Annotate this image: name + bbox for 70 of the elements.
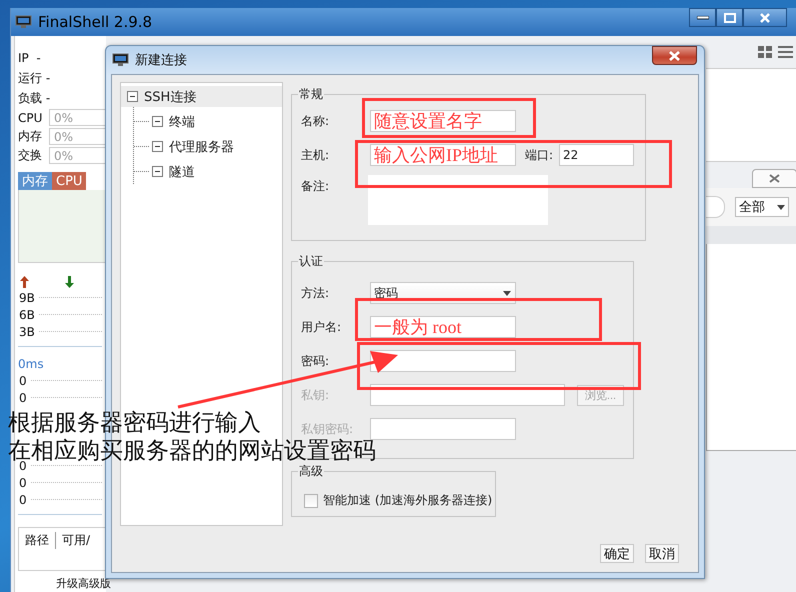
info-line: IP - [18,51,41,65]
meter-reading: 0% [54,148,74,162]
ok-button[interactable]: 确定 [600,544,634,563]
minimize-icon [696,16,708,20]
checkbox[interactable] [304,494,318,508]
group-title: 高级 [298,463,324,480]
input-field[interactable] [370,350,516,372]
field-label: 备注: [301,178,330,195]
cancel-button[interactable]: 取消 [645,544,679,563]
maximize-icon [724,12,736,22]
notes-field[interactable] [368,175,548,225]
field-label: 端口: [525,146,554,164]
axis-label: 6B [19,308,35,322]
monitor-icon [15,15,32,29]
close-icon [668,50,681,60]
dialog-title: 新建连接 [135,52,187,68]
close-button[interactable] [652,46,697,65]
meter-reading: 0% [54,130,74,144]
field-label: 用户名: [301,318,342,336]
checkbox-label: 智能加速 (加速海外服务器连接) [323,492,492,509]
axis-label: 0 [19,374,27,388]
meter-label: 交换 [18,147,43,164]
axis-label: 3B [19,324,35,338]
field-label: 私钥密码: [301,420,354,438]
caret-icon [503,290,511,296]
meter-reading: 0% [54,110,74,124]
axis-label: 9B [19,290,35,304]
close-icon [759,12,771,22]
collapse-icon[interactable] [127,91,138,102]
tree-item[interactable]: SSH连接 [121,86,282,107]
upgrade-link[interactable]: 升级高级版 [56,577,111,591]
input-field[interactable]: 22 [559,144,634,166]
axis-label: 0 [19,390,27,404]
column-header: 可用/ [55,532,96,549]
axis-label: 0 [19,492,27,506]
info-line: 运行 - [18,70,50,86]
latency-label: 0ms [18,356,45,372]
down-arrow-icon [65,276,74,288]
list-view-icon[interactable] [778,46,793,58]
minimize-button[interactable] [689,8,716,27]
tree-item[interactable]: 代理服务器 [169,138,234,156]
meter-label: CPU [18,110,44,124]
caret-icon [777,204,785,210]
monitor-icon [112,52,129,66]
field-label: 私钥: [301,386,330,404]
maximize-button[interactable] [716,8,743,27]
grid-view-icon[interactable] [758,46,772,58]
info-line: 负载 - [18,90,50,106]
up-arrow-icon [20,276,29,288]
column-header: 路径 [24,532,50,549]
field-label: 名称: [301,112,330,130]
window-title: FinalShell 2.9.8 [38,13,152,31]
filter-dropdown[interactable]: 全部 [735,197,789,217]
axis-label: 0 [19,476,27,490]
tree-item[interactable]: 隧道 [169,162,195,180]
tree-item[interactable]: 终端 [169,112,195,130]
collapse-icon[interactable] [152,166,163,177]
close-icon [769,174,780,183]
field-label: 方法: [301,284,330,302]
close-button[interactable] [743,8,787,27]
collapse-icon[interactable] [152,141,163,152]
group-title: 常规 [298,86,324,103]
search-field[interactable] [706,196,725,218]
collapse-icon[interactable] [152,116,163,127]
meter-label: 内存 [18,128,43,145]
field-label: 密码: [301,352,330,370]
group-title: 认证 [298,253,324,270]
chart-tab[interactable]: CPU [52,172,86,190]
input-field[interactable] [370,418,516,440]
field-label: 主机: [301,146,330,164]
